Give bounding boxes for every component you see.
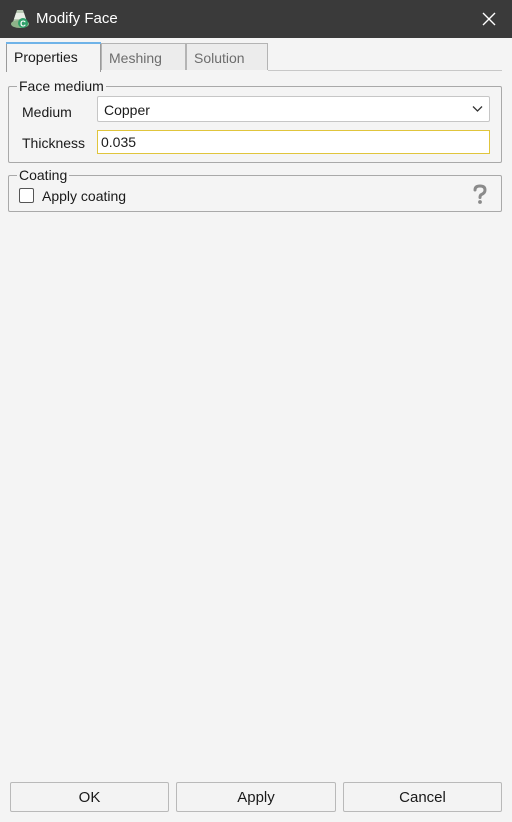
medium-label: Medium bbox=[22, 104, 72, 120]
title-bar: C Modify Face bbox=[0, 0, 512, 38]
medium-value: Copper bbox=[104, 102, 150, 118]
ok-button[interactable]: OK bbox=[10, 782, 169, 812]
tab-properties[interactable]: Properties bbox=[6, 42, 101, 72]
apply-coating-checkbox[interactable] bbox=[19, 188, 34, 203]
tab-bar: Properties Meshing Solution bbox=[0, 38, 512, 72]
tab-solution-label: Solution bbox=[194, 50, 245, 66]
close-button[interactable] bbox=[466, 0, 512, 38]
thickness-label: Thickness bbox=[22, 135, 86, 151]
face-medium-legend: Face medium bbox=[19, 78, 104, 94]
thickness-input[interactable] bbox=[97, 130, 490, 154]
svg-text:C: C bbox=[20, 20, 26, 29]
close-icon bbox=[482, 12, 496, 26]
tab-properties-label: Properties bbox=[14, 49, 78, 65]
cancel-button[interactable]: Cancel bbox=[343, 782, 502, 812]
apply-button[interactable]: Apply bbox=[176, 782, 336, 812]
tab-meshing-label: Meshing bbox=[109, 50, 162, 66]
tab-meshing[interactable]: Meshing bbox=[101, 43, 186, 70]
tab-solution[interactable]: Solution bbox=[186, 43, 268, 70]
medium-dropdown[interactable]: Copper bbox=[97, 96, 490, 122]
window-title: Modify Face bbox=[36, 10, 118, 27]
coating-legend: Coating bbox=[19, 167, 68, 183]
tab-divider bbox=[268, 70, 502, 71]
app-logo-icon: C bbox=[9, 8, 31, 30]
chevron-down-icon bbox=[472, 106, 483, 112]
apply-coating-label[interactable]: Apply coating bbox=[42, 188, 126, 204]
question-mark-icon[interactable] bbox=[472, 184, 488, 206]
